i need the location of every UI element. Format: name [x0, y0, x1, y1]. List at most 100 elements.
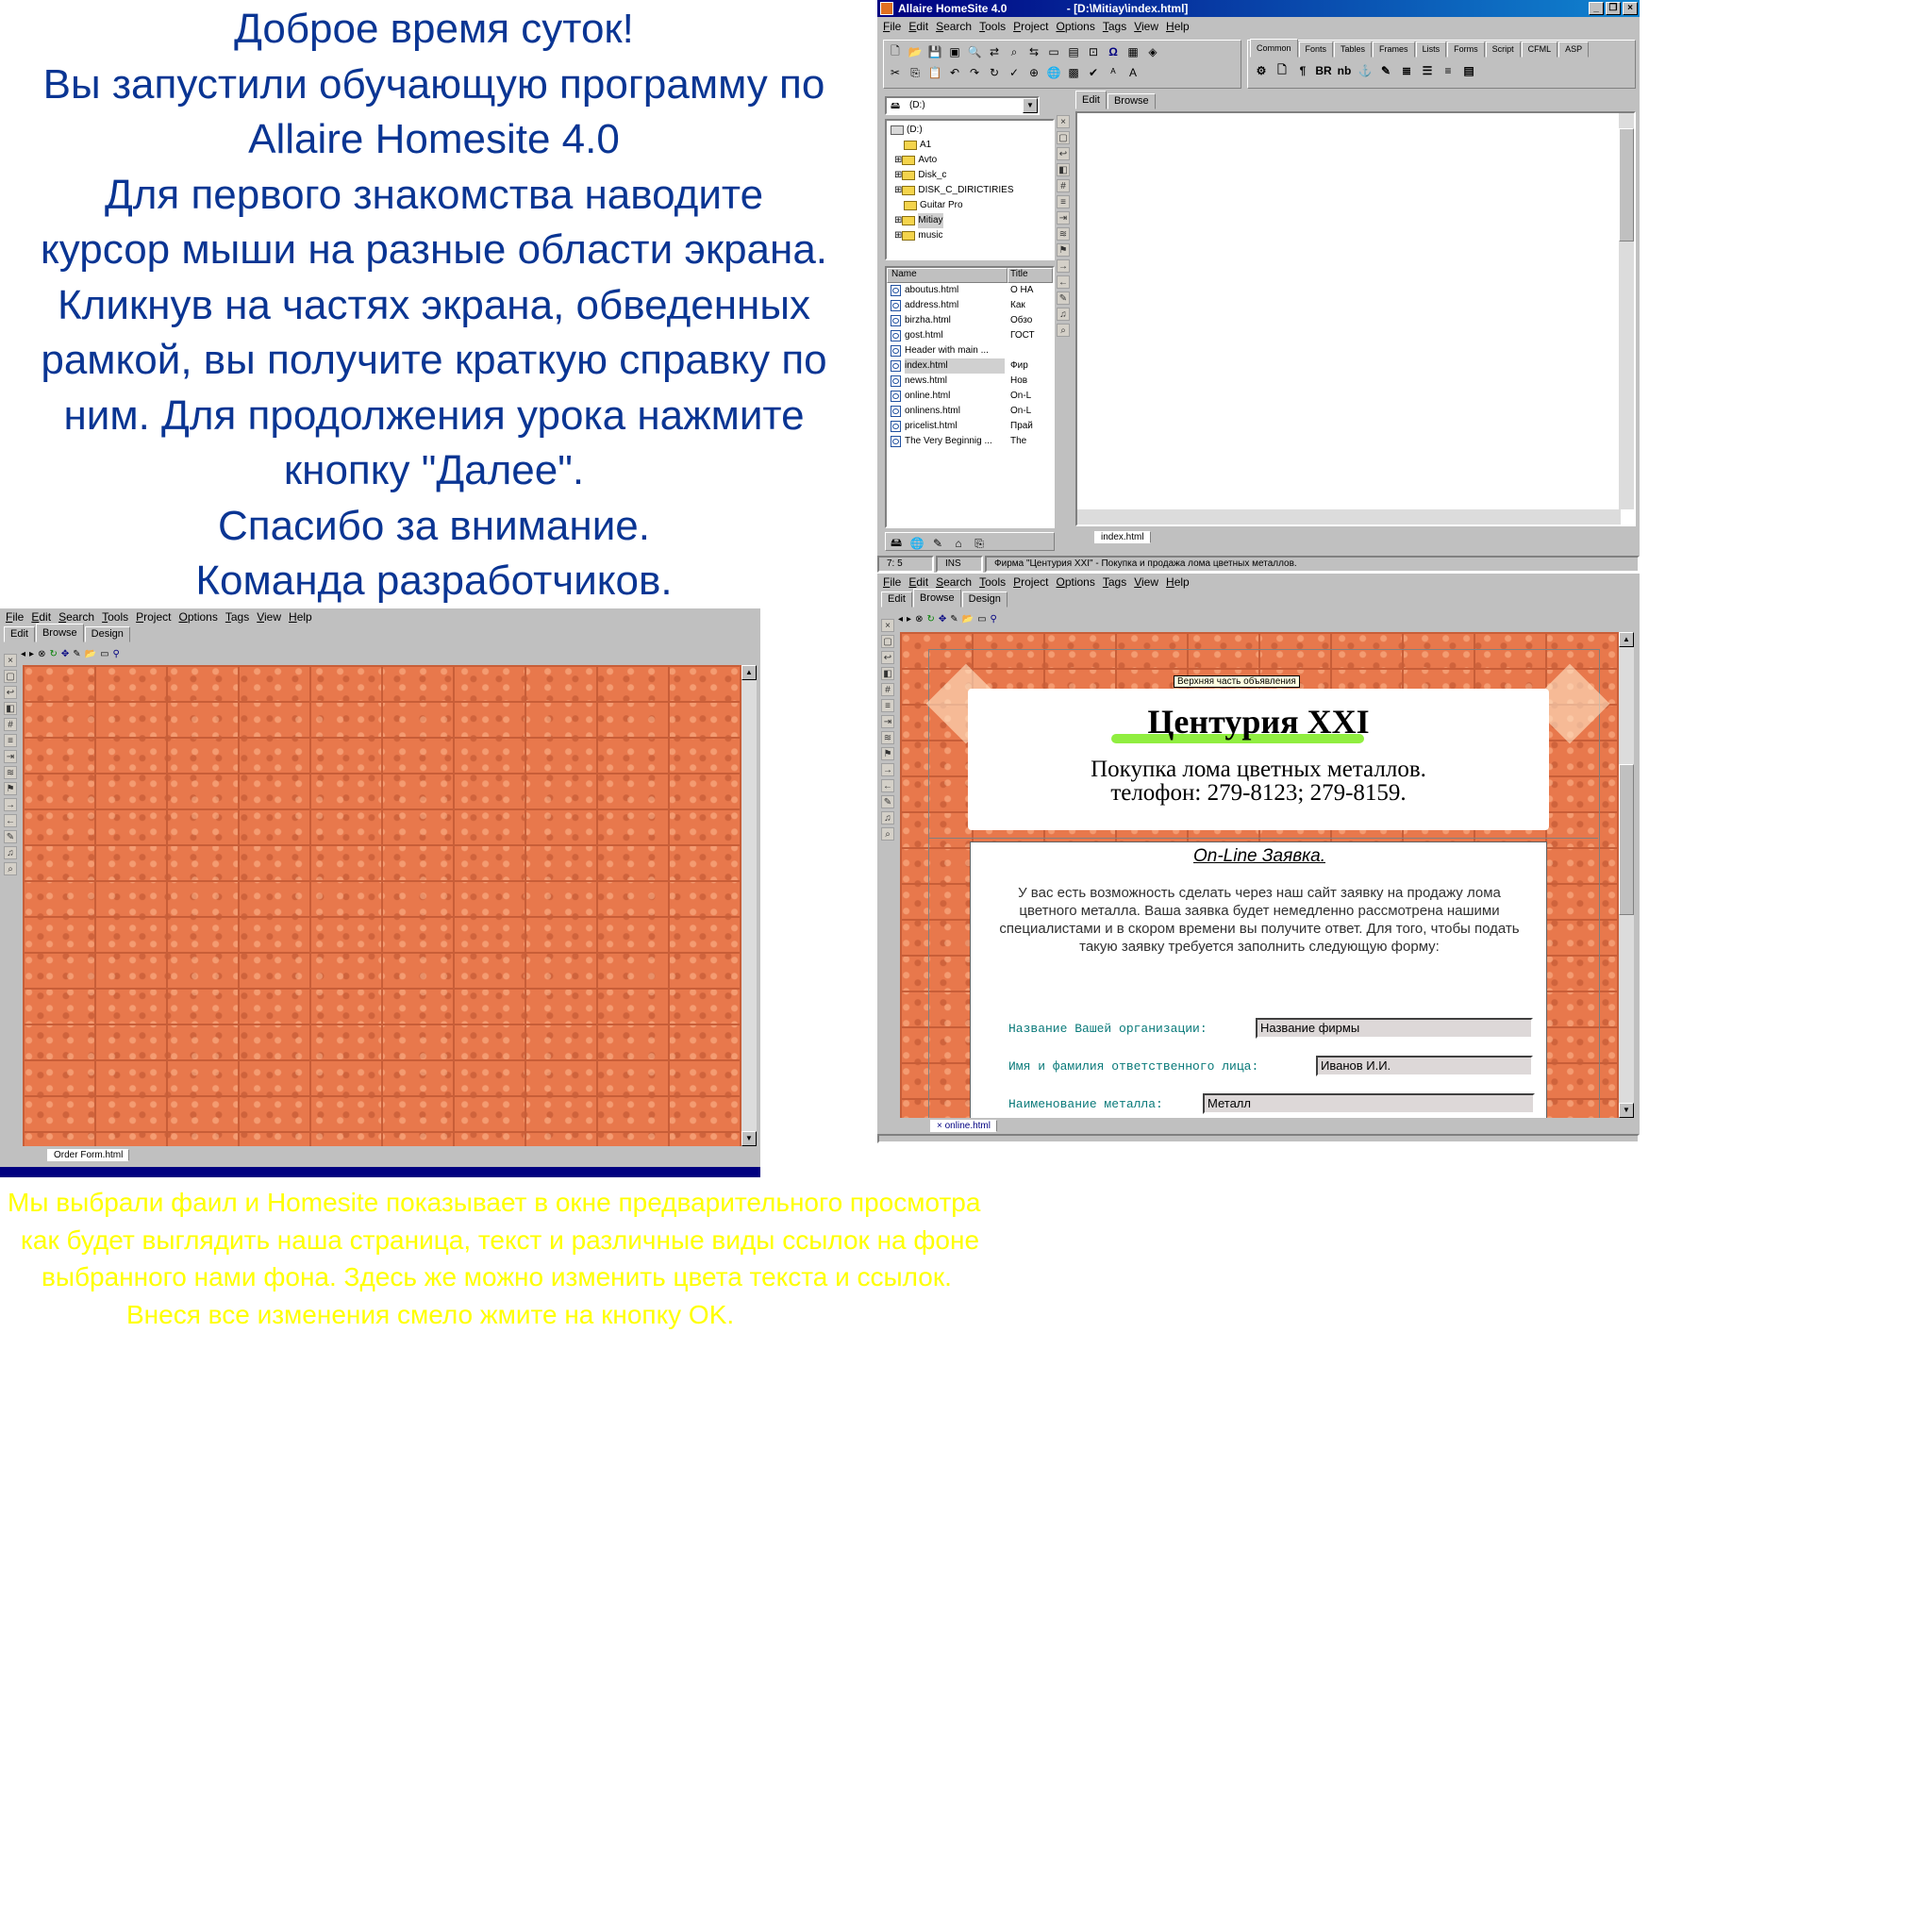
vertical-scroll-thumb[interactable]	[1619, 764, 1634, 915]
back-icon[interactable]: ◂	[21, 649, 25, 659]
gutter-icon[interactable]: ◧	[4, 702, 17, 715]
file-list-row[interactable]: birzha.html Обзо	[887, 313, 1053, 328]
tab-icon[interactable]: ⇥	[1057, 211, 1070, 225]
abc-check-icon[interactable]: ᴬ	[1104, 63, 1123, 82]
outdent-icon[interactable]: ≡	[881, 699, 894, 712]
back-icon[interactable]: ◂	[898, 614, 903, 625]
file-list-row[interactable]: onlinens.html On-L	[887, 404, 1053, 419]
column-name[interactable]: Name	[887, 268, 1008, 283]
window-icon[interactable]: ▭	[100, 649, 108, 659]
font-tool-icon[interactable]: A	[1124, 63, 1142, 82]
line-numbers-icon[interactable]: #	[881, 683, 894, 696]
doc-tab-order-form[interactable]: Order Form.html	[47, 1149, 130, 1161]
file-list-row[interactable]: index.html Фир	[887, 358, 1053, 374]
forward-icon[interactable]: ▸	[29, 649, 34, 659]
find-files-icon[interactable]: ⌕	[1005, 42, 1024, 61]
refresh-icon[interactable]: ↻	[49, 649, 57, 659]
open-folder-icon[interactable]: 📂	[962, 614, 974, 625]
line-break-icon[interactable]: BR	[1314, 61, 1333, 80]
menu-tags[interactable]: Tags	[1101, 17, 1132, 36]
next-bookmark-icon[interactable]: →	[4, 798, 17, 811]
tab-browse[interactable]: Browse	[912, 589, 961, 608]
gutter-icon[interactable]: ◧	[1057, 163, 1070, 176]
home-icon[interactable]: ✥	[939, 614, 946, 625]
menu-tools[interactable]: Tools	[100, 608, 134, 625]
comment-block-icon[interactable]: ≋	[4, 766, 17, 779]
replace-files-icon[interactable]: ⇆	[1024, 42, 1043, 61]
scroll-down-button[interactable]: ▼	[1619, 1103, 1634, 1118]
menu-help[interactable]: Help	[1164, 17, 1195, 36]
paste-icon[interactable]: 📋	[925, 63, 944, 82]
site-view-icon[interactable]: ⌂	[949, 534, 968, 553]
home-icon[interactable]: ✥	[61, 649, 69, 659]
tab-browse[interactable]: Browse	[1107, 93, 1156, 109]
edit-pencil-icon[interactable]: ✎	[73, 649, 80, 659]
tree-item[interactable]: ⊞ DISK_C_DIRICTIRIES	[891, 183, 1049, 198]
file-list-row[interactable]: news.html Нов	[887, 374, 1053, 389]
menu-file[interactable]: File	[881, 574, 907, 591]
remote-files-icon[interactable]: 🌐	[908, 534, 926, 553]
gutter-icon[interactable]: ◧	[881, 667, 894, 680]
edit-pencil-icon[interactable]: ✎	[950, 614, 958, 625]
menu-view[interactable]: View	[1132, 574, 1164, 591]
open-file-icon[interactable]: 📂	[906, 42, 924, 61]
search-icon[interactable]: ⚲	[991, 614, 997, 625]
menu-options[interactable]: Options	[1054, 574, 1100, 591]
color-icon[interactable]: ◈	[1143, 42, 1162, 61]
window-icon[interactable]: ▭	[977, 614, 986, 625]
menu-help[interactable]: Help	[1164, 574, 1195, 591]
prev-bookmark-icon[interactable]: ←	[4, 814, 17, 827]
paragraph-icon[interactable]: ¶	[1293, 61, 1312, 80]
quickstart-icon[interactable]: ⚙	[1252, 61, 1271, 80]
preview-icon[interactable]: ▤	[1064, 42, 1083, 61]
menu-edit[interactable]: Edit	[907, 17, 934, 36]
search-icon[interactable]: ⌕	[1057, 324, 1070, 337]
file-list-row[interactable]: gost.html ГОСТ	[887, 328, 1053, 343]
menu-view[interactable]: View	[255, 608, 287, 625]
menu-file[interactable]: File	[4, 608, 29, 625]
wrap-icon[interactable]: ↩	[881, 651, 894, 664]
open-folder-icon[interactable]: 📂	[85, 649, 96, 659]
anchor-icon[interactable]: ⚓	[1356, 61, 1374, 80]
format-icon[interactable]: ✎	[1057, 291, 1070, 305]
tab-script[interactable]: Script	[1485, 42, 1521, 58]
globe-icon[interactable]: 🌐	[1044, 63, 1063, 82]
projects-icon[interactable]: ✎	[928, 534, 947, 553]
org-name-input[interactable]: Название фирмы	[1256, 1018, 1533, 1039]
frame-icon[interactable]: ▭	[1044, 42, 1063, 61]
special-icon[interactable]: ♫	[4, 846, 17, 859]
cut-icon[interactable]: ✂	[886, 63, 905, 82]
menu-help[interactable]: Help	[287, 608, 318, 625]
close-button[interactable]: ×	[1623, 2, 1638, 15]
vertical-scrollbar[interactable]: ▲ ▼	[1619, 632, 1634, 1118]
tab-edit[interactable]: Edit	[881, 591, 912, 608]
bookmark-icon[interactable]: ⚑	[4, 782, 17, 795]
comment-block-icon[interactable]: ≋	[881, 731, 894, 744]
scroll-up-button[interactable]: ▲	[741, 665, 757, 680]
outdent-icon[interactable]: ≡	[4, 734, 17, 747]
file-list-row[interactable]: Header with main ...	[887, 343, 1053, 358]
line-numbers-icon[interactable]: #	[4, 718, 17, 731]
file-list-row[interactable]: address.html Как	[887, 298, 1053, 313]
menu-tools[interactable]: Tools	[977, 17, 1011, 36]
menu-project[interactable]: Project	[134, 608, 176, 625]
tab-browse[interactable]: Browse	[35, 624, 84, 642]
tag-insight-icon[interactable]: ⊡	[1084, 42, 1103, 61]
menu-options[interactable]: Options	[1054, 17, 1100, 36]
bookmark-icon[interactable]: ⚑	[881, 747, 894, 760]
format-icon[interactable]: ✎	[881, 795, 894, 808]
tab-icon[interactable]: ⇥	[881, 715, 894, 728]
nbsp-icon[interactable]: nb	[1335, 61, 1354, 80]
close-doc-icon[interactable]: ×	[4, 654, 17, 667]
bookmark-icon[interactable]: ⚑	[1057, 243, 1070, 257]
close-doc-icon[interactable]: ×	[1057, 115, 1070, 128]
refresh-icon[interactable]: ↻	[926, 614, 934, 625]
tree-item[interactable]: ⊞ Avto	[891, 153, 1049, 168]
special-chars-icon[interactable]: Ω	[1104, 42, 1123, 61]
menu-search[interactable]: Search	[934, 17, 977, 36]
refresh-icon[interactable]: ↻	[985, 63, 1004, 82]
file-list-row[interactable]: pricelist.html Прай	[887, 419, 1053, 434]
tab-forms[interactable]: Forms	[1447, 42, 1485, 58]
wrap-icon[interactable]: ↩	[4, 686, 17, 699]
tab-edit[interactable]: Edit	[1075, 91, 1107, 109]
